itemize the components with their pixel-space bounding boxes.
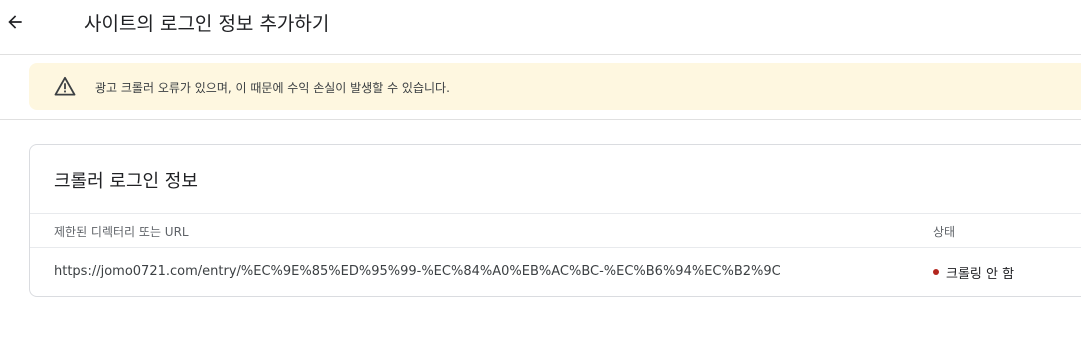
- column-header-status: 상태: [933, 225, 956, 239]
- back-button[interactable]: [3, 10, 27, 34]
- card-title: 크롤러 로그인 정보: [54, 171, 198, 192]
- alert-message: 광고 크롤러 오류가 있으며, 이 때문에 수익 손실이 발생할 수 있습니다.: [95, 81, 450, 95]
- page: 사이트의 로그인 정보 추가하기 광고 크롤러 오류가 있으며, 이 때문에 수…: [0, 0, 1081, 337]
- column-header-url: 제한된 디렉터리 또는 URL: [54, 225, 189, 239]
- table-row[interactable]: https://jomo0721.com/entry/%EC%9E%85%ED%…: [30, 247, 1081, 297]
- status-label: 크롤링 안 함: [946, 267, 1015, 282]
- table-header: 제한된 디렉터리 또는 URL 상태: [30, 213, 1081, 248]
- divider: [0, 119, 1081, 120]
- page-title: 사이트의 로그인 정보 추가하기: [84, 13, 330, 35]
- warning-icon: [54, 76, 76, 96]
- crawler-login-card: 크롤러 로그인 정보 제한된 디렉터리 또는 URL 상태 https://jo…: [29, 144, 1081, 297]
- alert-banner: 광고 크롤러 오류가 있으며, 이 때문에 수익 손실이 발생할 수 있습니다.: [29, 63, 1081, 110]
- url-cell: https://jomo0721.com/entry/%EC%9E%85%ED%…: [54, 264, 781, 279]
- page-header: 사이트의 로그인 정보 추가하기: [0, 0, 1081, 55]
- arrow-left-icon: [8, 15, 22, 29]
- status-dot: [933, 269, 939, 275]
